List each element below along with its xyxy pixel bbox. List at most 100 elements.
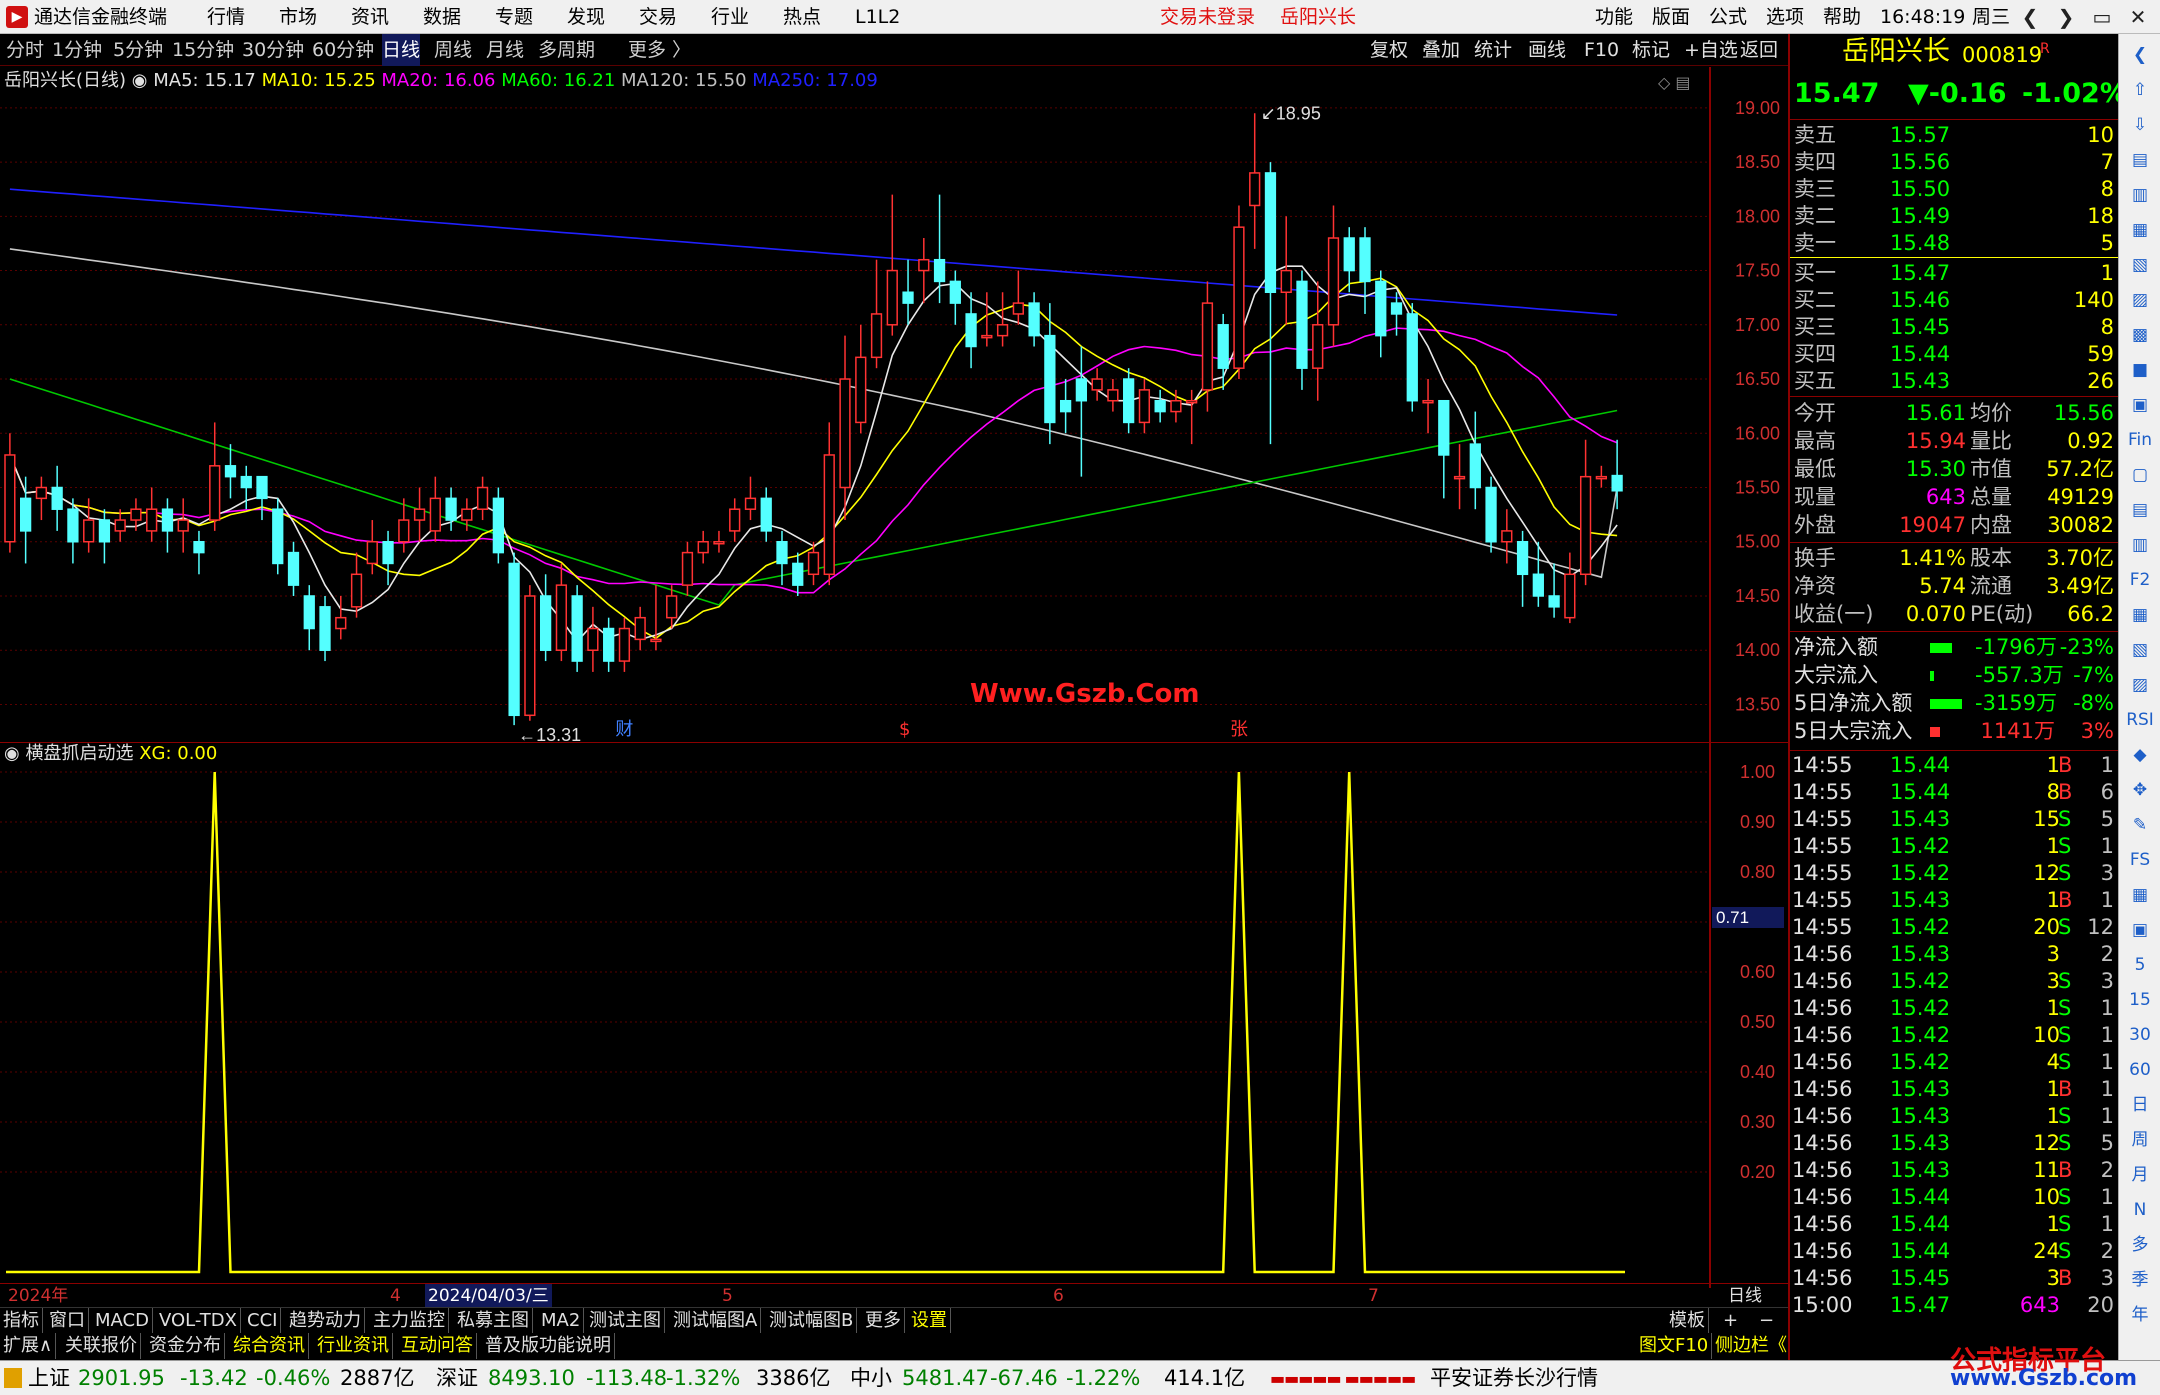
toolbar-tool-icon[interactable]: ▦ [2125, 880, 2155, 910]
toolbar-tool-icon[interactable]: ■ [2125, 355, 2155, 385]
forward-icon[interactable]: ❯ [2046, 0, 2086, 34]
ask-row-2[interactable]: 卖二 15.49 18 [1790, 203, 2120, 230]
tab-add[interactable]: + [1720, 1308, 1741, 1334]
tab-trend-power[interactable]: 趋势动力 [286, 1308, 365, 1334]
toolbar-tool-icon[interactable]: 年 [2125, 1300, 2155, 1330]
ask-row-3[interactable]: 卖三 15.50 8 [1790, 176, 2120, 203]
bid-row-5[interactable]: 买五 15.43 26 [1790, 368, 2120, 395]
tick-row[interactable]: 14:56 15.43 1 B 1 [1790, 1076, 2120, 1103]
tick-row[interactable]: 14:56 15.42 10 S 1 [1790, 1022, 2120, 1049]
toolbar-tool-icon[interactable]: 5 [2125, 950, 2155, 980]
period-tab-week[interactable]: 周线 [434, 34, 472, 66]
tick-row[interactable]: 14:56 15.42 3 S 3 [1790, 968, 2120, 995]
toolbar-tool-icon[interactable]: ⇧ [2125, 75, 2155, 105]
toolbar-tool-icon[interactable]: ▥ [2125, 530, 2155, 560]
add-watchlist-button[interactable]: +自选 [1684, 34, 1738, 66]
tick-row[interactable]: 14:56 15.45 3 B 3 [1790, 1265, 2120, 1292]
toolbar-tool-icon[interactable]: ▧ [2125, 635, 2155, 665]
menu-item-topic[interactable]: 专题 [495, 0, 533, 34]
period-tab-more[interactable]: 更多 〉 [628, 34, 691, 66]
tab-remove[interactable]: − [1756, 1308, 1777, 1334]
tab-window[interactable]: 窗口 [46, 1308, 89, 1334]
toolbar-tool-icon[interactable]: ▦ [2125, 600, 2155, 630]
tick-row[interactable]: 14:56 15.44 1 S 1 [1790, 1211, 2120, 1238]
ask-row-5[interactable]: 卖五 15.57 10 [1790, 122, 2120, 149]
toolbar-tool-icon[interactable]: FS [2125, 845, 2155, 875]
tab-general-news[interactable]: 综合资讯 [230, 1333, 309, 1359]
menu-item-function[interactable]: 功能 [1595, 0, 1633, 34]
bid-row-1[interactable]: 买一 15.47 1 [1790, 260, 2120, 287]
tick-row[interactable]: 14:56 15.42 4 S 1 [1790, 1049, 2120, 1076]
period-tab-15min[interactable]: 15分钟 [172, 34, 234, 66]
tick-row[interactable]: 14:55 15.42 20 S 12 [1790, 914, 2120, 941]
period-tab-multi[interactable]: 多周期 [538, 34, 595, 66]
tab-test-main[interactable]: 测试主图 [586, 1308, 665, 1334]
sz-label[interactable]: 深证 [436, 1361, 478, 1395]
toolbar-tool-icon[interactable]: ▦ [2125, 215, 2155, 245]
tick-row[interactable]: 14:56 15.44 24 S 2 [1790, 1238, 2120, 1265]
toolbar-tool-icon[interactable]: RSI [2125, 705, 2155, 735]
legend-toggle-icon[interactable]: ◉ [132, 70, 148, 91]
tick-row[interactable]: 15:00 15.47 643 20 [1790, 1292, 2120, 1319]
toolbar-tool-icon[interactable]: ⇩ [2125, 110, 2155, 140]
indicator-svg[interactable]: 1.000.900.800.700.600.500.400.300.200.71 [0, 742, 1788, 1288]
bid-row-4[interactable]: 买四 15.44 59 [1790, 341, 2120, 368]
tick-row[interactable]: 14:55 15.42 1 S 1 [1790, 833, 2120, 860]
period-tab-60min[interactable]: 60分钟 [312, 34, 374, 66]
sh-label[interactable]: 上证 [28, 1361, 70, 1395]
zx-label[interactable]: 中小 [850, 1361, 892, 1395]
menu-item-options[interactable]: 选项 [1766, 0, 1804, 34]
toolbar-tool-icon[interactable]: ▣ [2125, 915, 2155, 945]
tab-ma2[interactable]: MA2 [538, 1308, 585, 1334]
tick-row[interactable]: 14:56 15.43 1 S 1 [1790, 1103, 2120, 1130]
tick-row[interactable]: 14:56 15.42 1 S 1 [1790, 995, 2120, 1022]
tab-industry-news[interactable]: 行业资讯 [314, 1333, 393, 1359]
tab-template[interactable]: 模板 [1666, 1308, 1709, 1334]
menu-item-quotes[interactable]: 行情 [207, 0, 245, 34]
toolbar-tool-icon[interactable]: ▢ [2125, 460, 2155, 490]
period-tab-1min[interactable]: 1分钟 [52, 34, 102, 66]
tick-row[interactable]: 14:56 15.44 10 S 1 [1790, 1184, 2120, 1211]
toolbar-tool-icon[interactable]: ▨ [2125, 670, 2155, 700]
toolbar-tool-icon[interactable]: ✥ [2125, 775, 2155, 805]
tick-row[interactable]: 14:56 15.43 12 S 5 [1790, 1130, 2120, 1157]
tab-macd[interactable]: MACD [92, 1308, 153, 1334]
period-tab-month[interactable]: 月线 [486, 34, 524, 66]
tab-private-main[interactable]: 私募主图 [454, 1308, 533, 1334]
toolbar-tool-icon[interactable]: 多 [2125, 1230, 2155, 1260]
period-tab-5min[interactable]: 5分钟 [113, 34, 163, 66]
tab-settings[interactable]: 设置 [908, 1308, 951, 1334]
tab-main-monitor[interactable]: 主力监控 [370, 1308, 449, 1334]
ask-row-4[interactable]: 卖四 15.56 7 [1790, 149, 2120, 176]
tick-row[interactable]: 14:56 15.43 11 B 2 [1790, 1157, 2120, 1184]
period-tab-30min[interactable]: 30分钟 [242, 34, 304, 66]
menu-item-formula[interactable]: 公式 [1709, 0, 1747, 34]
trade-status[interactable]: 交易未登录 [1160, 0, 1255, 34]
tab-indicator[interactable]: 指标 [0, 1308, 43, 1334]
toolbar-tool-icon[interactable]: ✎ [2125, 810, 2155, 840]
toolbar-tool-icon[interactable]: 季 [2125, 1265, 2155, 1295]
toolbar-tool-icon[interactable]: N [2125, 1195, 2155, 1225]
toolbar-tool-icon[interactable]: ▥ [2125, 180, 2155, 210]
toolbar-tool-icon[interactable]: ▤ [2125, 495, 2155, 525]
mark-button[interactable]: 标记 [1632, 34, 1670, 66]
stats-button[interactable]: 统计 [1474, 34, 1512, 66]
tab-qa[interactable]: 互动问答 [398, 1333, 477, 1359]
return-button[interactable]: 返回 [1740, 34, 1778, 66]
menu-item-trade[interactable]: 交易 [639, 0, 677, 34]
fuquan-button[interactable]: 复权 [1370, 34, 1408, 66]
tick-row[interactable]: 14:55 15.42 12 S 3 [1790, 860, 2120, 887]
tab-expand[interactable]: 扩展∧ [0, 1333, 57, 1359]
bid-row-3[interactable]: 买三 15.45 8 [1790, 314, 2120, 341]
tab-test-sub-b[interactable]: 测试幅图B [766, 1308, 858, 1334]
f10-button[interactable]: F10 [1584, 34, 1619, 66]
toolbar-tool-icon[interactable]: 月 [2125, 1160, 2155, 1190]
toolbar-tool-icon[interactable]: 周 [2125, 1125, 2155, 1155]
tab-vol-tdx[interactable]: VOL-TDX [156, 1308, 241, 1334]
tick-row[interactable]: 14:55 15.43 15 S 5 [1790, 806, 2120, 833]
toolbar-tool-icon[interactable]: F2 [2125, 565, 2155, 595]
toolbar-tool-icon[interactable]: ❮ [2125, 40, 2155, 70]
tab-more[interactable]: 更多 [862, 1308, 905, 1334]
toolbar-tool-icon[interactable]: ◆ [2125, 740, 2155, 770]
period-tab-timeshare[interactable]: 分时 [6, 34, 44, 66]
